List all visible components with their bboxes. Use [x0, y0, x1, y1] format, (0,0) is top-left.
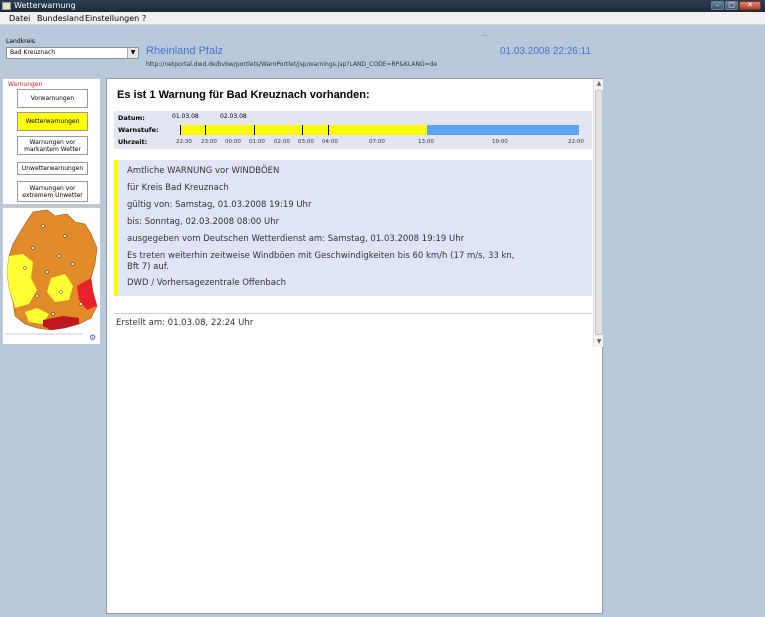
timeline-time: 19:00	[492, 139, 508, 145]
menu-einstellungen[interactable]: Einstellungen	[85, 14, 139, 23]
warning-title: Amtliche WARNUNG vor WINDBÖEN	[127, 166, 280, 176]
timeline-time: 13:00	[418, 139, 434, 145]
scroll-up-icon[interactable]: ▲	[595, 80, 603, 88]
warning-content-window: ▲ ▼ Es ist 1 Warnung für Bad Kreuznach v…	[106, 78, 603, 614]
timeline-date-1: 01.03.08	[172, 113, 199, 120]
warning-region: für Kreis Bad Kreuznach	[127, 183, 229, 193]
warning-issued: ausgegeben vom Deutschen Wetterdienst am…	[127, 234, 465, 244]
nav-unwetterwarnungen[interactable]: Unwetterwarnungen	[17, 162, 88, 175]
status-indicator: .:.	[482, 31, 488, 38]
bundesland-title: Rheinland Pfalz	[146, 45, 224, 57]
window-title: Wetterwarnung	[14, 1, 76, 10]
kreis-label: Landkreis	[6, 38, 35, 45]
warning-map-panel: ⚙	[2, 207, 101, 345]
maximize-button[interactable]: □	[725, 1, 738, 10]
timeline-time: 23:00	[201, 139, 217, 145]
warning-valid-from: gültig von: Samstag, 01.03.2008 19:19 Uh…	[127, 200, 312, 210]
nav-markantes-wetter[interactable]: Warnungen vor markantem Wetter	[17, 136, 88, 155]
warning-count-heading: Es ist 1 Warnung für Bad Kreuznach vorha…	[117, 89, 370, 101]
kreis-selected-value: Bad Kreuznach	[10, 49, 56, 56]
timeline-time: 01:00	[249, 139, 265, 145]
warning-timeline: Datum: 01.03.08 02.03.08 Warnstufe: Uhrz…	[114, 111, 592, 149]
divider	[114, 313, 592, 314]
close-button[interactable]: ✕	[739, 1, 761, 10]
nav-header: Warnungen	[8, 81, 43, 88]
timeline-level-label: Warnstufe:	[118, 126, 159, 134]
timeline-time: 02:00	[274, 139, 290, 145]
nav-vorwarnungen[interactable]: Vorwarnungen	[17, 89, 88, 108]
chevron-down-icon[interactable]: ▼	[127, 48, 138, 58]
minimize-button[interactable]: –	[711, 1, 724, 10]
menu-help[interactable]: ?	[142, 14, 146, 23]
kreis-dropdown[interactable]: Bad Kreuznach ▼	[6, 47, 139, 59]
timeline-time: 07:00	[369, 139, 385, 145]
timeline-time: 22:00	[568, 139, 584, 145]
current-datetime: 01.03.2008 22:26:11	[500, 46, 592, 57]
scroll-thumb[interactable]	[595, 90, 603, 335]
menu-bar: Datei Bundesland Einstellungen ?	[0, 12, 765, 25]
title-bar: Wetterwarnung – □ ✕	[0, 0, 765, 12]
nav-wetterwarnungen[interactable]: Wetterwarnungen	[17, 112, 88, 131]
created-timestamp: Erstellt am: 01.03.08, 22:24 Uhr	[116, 318, 254, 328]
warning-level-bar	[180, 125, 579, 135]
warning-description: Es treten weiterhin zeitweise Windböen m…	[127, 251, 515, 261]
timeline-date-label: Datum:	[118, 114, 145, 122]
germany-warning-map[interactable]: ⚙	[3, 208, 100, 344]
warning-nav-panel: Warnungen Vorwarnungen Wetterwarnungen W…	[2, 78, 101, 205]
timeline-time-label: Uhrzeit:	[118, 138, 148, 146]
svg-text:⚙: ⚙	[89, 333, 96, 342]
warning-description-cont: Bft 7) auf.	[127, 262, 169, 272]
timeline-time: 04:00	[322, 139, 338, 145]
source-url: http://netportal.dwd.de/bvbw/portlets/Wa…	[146, 61, 438, 68]
nav-extremes-unwetter[interactable]: Warnungen vor extremem Unwetter	[17, 181, 88, 202]
warning-detail-box: Amtliche WARNUNG vor WINDBÖEN für Kreis …	[114, 160, 592, 296]
app-icon	[2, 2, 11, 10]
warning-valid-until: bis: Sonntag, 02.03.2008 08:00 Uhr	[127, 217, 280, 227]
timeline-time: 22:30	[176, 139, 192, 145]
menu-bundesland[interactable]: Bundesland	[37, 14, 84, 23]
warning-level-fill	[180, 125, 428, 135]
menu-datei[interactable]: Datei	[9, 14, 30, 23]
timeline-time: 00:00	[225, 139, 241, 145]
timeline-date-2: 02.03.08	[220, 113, 247, 120]
warning-source: DWD / Vorhersagezentrale Offenbach	[127, 278, 287, 288]
vertical-scrollbar[interactable]: ▲ ▼	[593, 79, 603, 347]
scroll-down-icon[interactable]: ▼	[595, 338, 603, 346]
timeline-time: 03:00	[298, 139, 314, 145]
